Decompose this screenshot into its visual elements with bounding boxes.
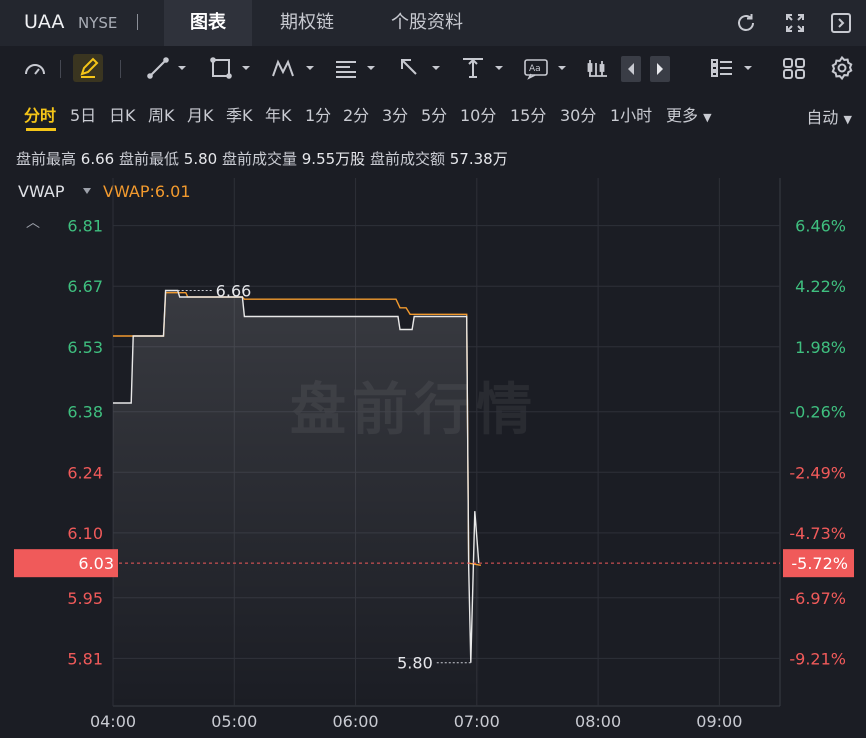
y-tick-label: 5.81 — [67, 649, 103, 668]
pct-tick-label: -2.49% — [789, 463, 846, 482]
y-tick-label: 5.95 — [67, 589, 103, 608]
pct-tick-label: 1.98% — [795, 338, 846, 357]
pct-tick-label: -4.73% — [789, 524, 846, 543]
pct-tick-label: 4.22% — [795, 277, 846, 296]
y-tick-label: 6.24 — [67, 463, 103, 482]
pct-tick-label: -0.26% — [789, 403, 846, 422]
y-tick-label: 6.38 — [67, 403, 103, 422]
y-tick-label: 6.53 — [67, 338, 103, 357]
x-tick-label: 09:00 — [696, 712, 742, 731]
pct-tick-label: -9.21% — [789, 649, 846, 668]
pct-tick-label: -6.97% — [789, 589, 846, 608]
x-tick-label: 04:00 — [90, 712, 136, 731]
x-tick-label: 05:00 — [211, 712, 257, 731]
low-marker-label: 5.80 — [397, 654, 433, 673]
high-marker-label: 6.66 — [216, 282, 252, 301]
price-area-fill — [113, 290, 479, 706]
price-chart[interactable]: 04:00 05:00 06:00 07:00 08:00 09:00 6.81 6.46% 6… — [0, 0, 866, 738]
x-tick-label: 08:00 — [575, 712, 621, 731]
current-price-value: 6.03 — [78, 554, 114, 573]
y-tick-label: 6.10 — [67, 524, 103, 543]
pct-tick-label: 6.46% — [795, 217, 846, 236]
y-tick-label: 6.81 — [67, 217, 103, 236]
x-tick-label: 06:00 — [332, 712, 378, 731]
x-tick-label: 07:00 — [454, 712, 500, 731]
y-tick-label: 6.67 — [67, 277, 103, 296]
current-pct-value: -5.72% — [791, 554, 848, 573]
